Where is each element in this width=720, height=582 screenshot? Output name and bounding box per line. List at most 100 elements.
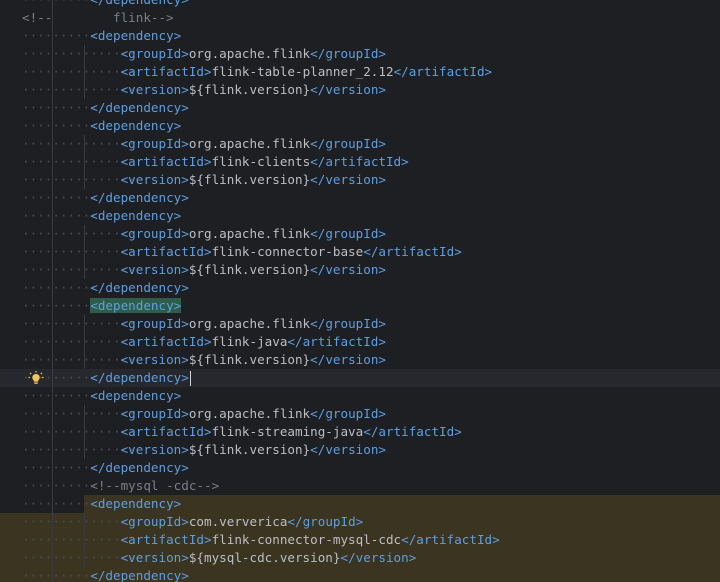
xml-open-tag: <artifactId> bbox=[120, 424, 212, 439]
code-line[interactable]: ·········· <dependency> bbox=[0, 387, 720, 405]
code-line[interactable]: ·········· </dependency> bbox=[0, 459, 720, 477]
code-editor[interactable]: ·········· </dependency><!-- flink-->···… bbox=[0, 0, 720, 582]
xml-open-tag: <dependency> bbox=[90, 28, 182, 43]
code-line[interactable]: ··············· <version>${flink.version… bbox=[0, 261, 720, 279]
xml-close-tag: </groupId> bbox=[310, 406, 386, 421]
code-line[interactable]: ··············· <artifactId>flink-connec… bbox=[0, 531, 720, 549]
xml-comment: <!--mysql -cdc--> bbox=[90, 478, 220, 493]
xml-close-tag: </version> bbox=[310, 352, 386, 367]
xml-open-tag: <version> bbox=[120, 550, 189, 565]
xml-close-tag: </groupId> bbox=[287, 514, 364, 529]
code-line[interactable]: ··············· <groupId>org.apache.flin… bbox=[0, 45, 720, 63]
code-text: <dependency> bbox=[22, 27, 181, 45]
xml-open-tag: <groupId> bbox=[120, 316, 189, 331]
code-line[interactable]: ·········· <dependency> bbox=[0, 297, 720, 315]
code-text: <groupId>org.apache.flink</groupId> bbox=[22, 225, 386, 243]
xml-value: com.ververica bbox=[188, 514, 288, 529]
code-text: <dependency> bbox=[22, 117, 181, 135]
xml-open-tag: <artifactId> bbox=[120, 532, 212, 547]
xml-close-tag: </artifactId> bbox=[363, 244, 462, 259]
xml-open-tag: <version> bbox=[120, 262, 189, 277]
xml-open-tag: <dependency> bbox=[90, 118, 182, 133]
xml-close-tag: </groupId> bbox=[310, 316, 386, 331]
code-line[interactable]: ··············· <version>${mysql-cdc.ver… bbox=[0, 549, 720, 567]
xml-value: flink-java bbox=[211, 334, 288, 349]
code-line[interactable]: ··············· <version>${flink.version… bbox=[0, 441, 720, 459]
code-text: <dependency> bbox=[22, 207, 181, 225]
code-line[interactable]: ··············· <version>${flink.version… bbox=[0, 81, 720, 99]
code-line[interactable]: ·········· </dependency> bbox=[0, 567, 720, 582]
code-line[interactable]: ··············· <artifactId>flink-connec… bbox=[0, 243, 720, 261]
code-line[interactable]: ·········· <dependency> bbox=[0, 27, 720, 45]
xml-value: flink-connector-mysql-cdc bbox=[211, 532, 402, 547]
code-line[interactable]: ·········· </dependency> bbox=[0, 189, 720, 207]
xml-value: org.apache.flink bbox=[188, 226, 311, 241]
xml-open-tag: <groupId> bbox=[120, 514, 189, 529]
xml-close-tag: </artifactId> bbox=[287, 334, 386, 349]
xml-open-tag: <version> bbox=[120, 172, 189, 187]
code-line[interactable]: ·········· </dependency> bbox=[0, 0, 720, 9]
code-line[interactable]: ··············· <groupId>org.apache.flin… bbox=[0, 405, 720, 423]
code-line[interactable]: ·········· <dependency> bbox=[0, 117, 720, 135]
xml-value: ${mysql-cdc.version} bbox=[188, 550, 341, 565]
code-text: </dependency> bbox=[22, 99, 189, 117]
code-line[interactable]: ·········· <!--mysql -cdc--> bbox=[0, 477, 720, 495]
code-line[interactable]: ·········· <dependency> bbox=[0, 495, 720, 513]
xml-open-tag: <groupId> bbox=[120, 136, 189, 151]
code-text: <artifactId>flink-connector-base</artifa… bbox=[22, 243, 462, 261]
code-text: <!--mysql -cdc--> bbox=[22, 477, 219, 495]
xml-close-tag: </version> bbox=[340, 550, 417, 565]
code-text: <version>${flink.version}</version> bbox=[22, 171, 386, 189]
xml-value: org.apache.flink bbox=[188, 316, 311, 331]
code-text: <version>${flink.version}</version> bbox=[22, 441, 386, 459]
xml-open-tag: <artifactId> bbox=[120, 154, 212, 169]
xml-close-tag: </artifactId> bbox=[310, 154, 409, 169]
xml-open-tag: <dependency> bbox=[90, 388, 182, 403]
code-text: <artifactId>flink-clients</artifactId> bbox=[22, 153, 409, 171]
xml-close-tag: </dependency> bbox=[90, 190, 189, 205]
code-line[interactable]: ·········· </dependency> bbox=[0, 279, 720, 297]
code-line[interactable]: ··············· <groupId>com.ververica</… bbox=[0, 513, 720, 531]
code-text: <version>${mysql-cdc.version}</version> bbox=[22, 549, 417, 567]
xml-close-tag: </version> bbox=[310, 172, 386, 187]
xml-value: ${flink.version} bbox=[188, 262, 311, 277]
code-text: <dependency> bbox=[22, 297, 182, 315]
xml-close-tag: </groupId> bbox=[310, 46, 386, 61]
code-line[interactable]: ··············· <artifactId>flink-java</… bbox=[0, 333, 720, 351]
xml-open-tag: <groupId> bbox=[120, 226, 189, 241]
xml-open-tag: <artifactId> bbox=[120, 64, 212, 79]
code-line[interactable]: ·········· </dependency> bbox=[0, 369, 720, 387]
code-line[interactable]: ··············· <version>${flink.version… bbox=[0, 351, 720, 369]
xml-open-tag: <dependency> bbox=[90, 208, 182, 223]
xml-value: ${flink.version} bbox=[188, 172, 311, 187]
xml-close-tag: </artifactId> bbox=[393, 64, 493, 79]
code-text: <version>${flink.version}</version> bbox=[22, 81, 386, 99]
code-line[interactable]: ··············· <version>${flink.version… bbox=[0, 171, 720, 189]
xml-value: flink-table-planner_2.12 bbox=[211, 64, 394, 79]
code-text: <dependency> bbox=[22, 495, 181, 513]
editor-lines: ·········· </dependency><!-- flink-->···… bbox=[0, 0, 720, 582]
code-text: <groupId>com.ververica</groupId> bbox=[22, 513, 364, 531]
code-line[interactable]: ··············· <artifactId>flink-client… bbox=[0, 153, 720, 171]
code-line[interactable]: ··············· <groupId>org.apache.flin… bbox=[0, 225, 720, 243]
xml-open-tag: <version> bbox=[120, 352, 189, 367]
code-text: </dependency> bbox=[22, 567, 189, 582]
code-line[interactable]: ··············· <artifactId>flink-table-… bbox=[0, 63, 720, 81]
code-line[interactable]: ·········· <dependency> bbox=[0, 207, 720, 225]
xml-open-tag: <dependency> bbox=[90, 496, 182, 511]
code-line[interactable]: ··············· <groupId>org.apache.flin… bbox=[0, 315, 720, 333]
xml-value: ${flink.version} bbox=[188, 442, 311, 457]
xml-value: flink-connector-base bbox=[211, 244, 364, 259]
code-text: </dependency> bbox=[22, 369, 192, 387]
xml-open-tag: <dependency> bbox=[90, 298, 182, 313]
xml-value: org.apache.flink bbox=[188, 406, 311, 421]
code-line[interactable]: ·········· </dependency> bbox=[0, 99, 720, 117]
code-line[interactable]: ··············· <groupId>org.apache.flin… bbox=[0, 135, 720, 153]
xml-value: ${flink.version} bbox=[188, 352, 311, 367]
code-text: <version>${flink.version}</version> bbox=[22, 351, 386, 369]
code-text: </dependency> bbox=[22, 459, 189, 477]
code-line[interactable]: ··············· <artifactId>flink-stream… bbox=[0, 423, 720, 441]
xml-value: ${flink.version} bbox=[188, 82, 311, 97]
code-line[interactable]: <!-- flink--> bbox=[0, 9, 720, 27]
code-text: <groupId>org.apache.flink</groupId> bbox=[22, 45, 386, 63]
